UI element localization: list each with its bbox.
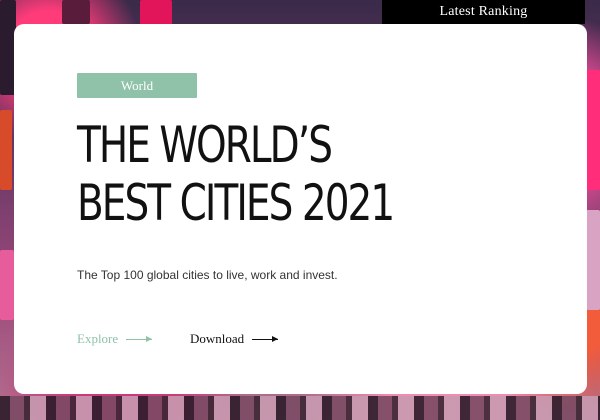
- explore-label: Explore: [77, 331, 119, 346]
- neon-sign: [586, 210, 600, 310]
- neon-sign: [0, 250, 14, 320]
- subtitle: The Top 100 global cities to live, work …: [77, 268, 338, 282]
- title-line-2: BEST CITIES 2021: [77, 174, 395, 232]
- neon-sign: [62, 0, 90, 24]
- street-crowd: [0, 396, 600, 420]
- download-link[interactable]: Download: [190, 331, 279, 347]
- title-line-1: THE WORLD’S: [77, 116, 333, 174]
- arrow-right-icon: [252, 335, 279, 342]
- arrow-right-icon: [126, 335, 153, 342]
- neon-sign: [0, 110, 12, 190]
- page-title: THE WORLD’S BEST CITIES 2021: [77, 116, 405, 232]
- explore-link[interactable]: Explore: [77, 331, 153, 347]
- category-tag[interactable]: World: [77, 73, 197, 98]
- neon-sign: [140, 0, 172, 26]
- latest-ranking-tab[interactable]: Latest Ranking: [382, 0, 585, 24]
- neon-sign: [586, 70, 600, 190]
- download-label: Download: [190, 331, 245, 346]
- hero-card: World THE WORLD’S BEST CITIES 2021 The T…: [14, 24, 587, 394]
